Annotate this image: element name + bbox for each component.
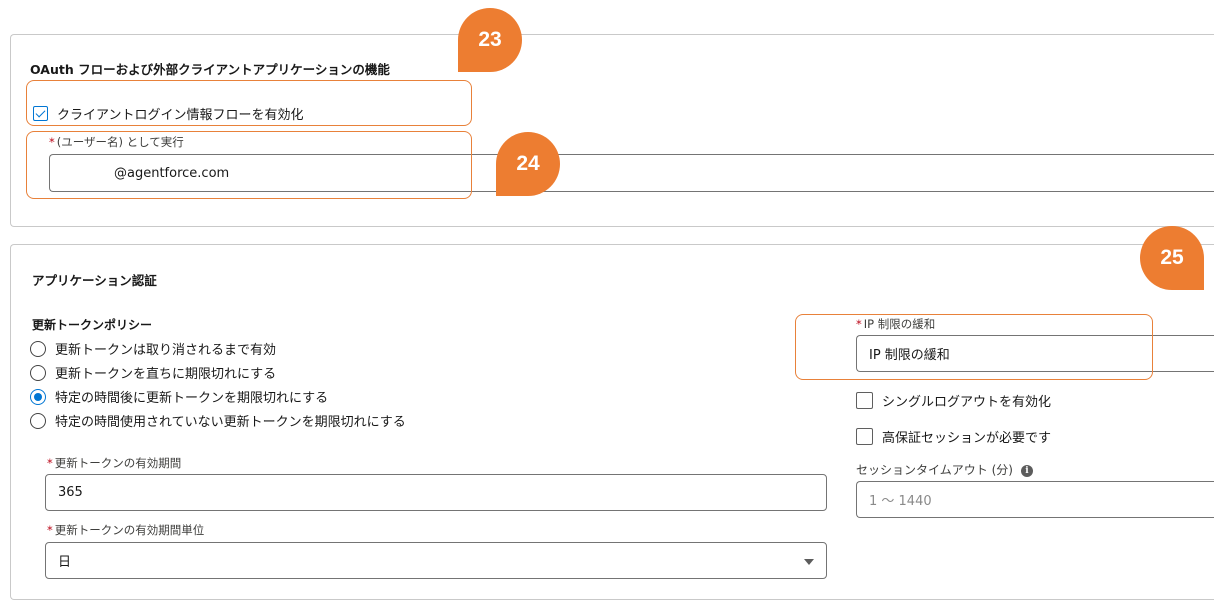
client-credentials-flow-checkbox-row[interactable]: クライアントログイン情報フローを有効化 [33,104,303,123]
validity-unit-select[interactable]: 日 [45,542,827,579]
radio-label: 更新トークンを直ちに期限切れにする [55,367,277,382]
refresh-policy-label: 更新トークンポリシー [32,318,153,332]
validity-unit-value: 日 [58,555,72,570]
session-timeout-label-text: セッションタイムアウト (分) [856,463,1013,477]
single-logout-checkbox-row[interactable]: シングルログアウトを有効化 [856,391,1051,410]
high-assurance-checkbox[interactable] [856,428,873,445]
ip-relaxation-label-text: IP 制限の緩和 [863,317,936,331]
ip-relaxation-value: IP 制限の緩和 [869,348,950,363]
refresh-policy-option[interactable]: 特定の時間後に更新トークンを期限切れにする [30,387,328,406]
client-credentials-flow-checkbox[interactable] [33,106,48,121]
ip-relaxation-select[interactable]: IP 制限の緩和 [856,335,1214,372]
validity-period-label: * 更新トークンの有効期間 [47,455,181,471]
session-timeout-input[interactable]: 1 ～ 1440 [856,481,1214,518]
required-mark: * [47,456,53,470]
radio-button[interactable] [30,412,46,429]
ip-relaxation-label: * IP 制限の緩和 [856,316,935,332]
validity-period-value: 365 [58,485,83,500]
radio-button[interactable] [30,364,46,381]
radio-label: 特定の時間後に更新トークンを期限切れにする [55,391,329,406]
info-icon[interactable]: i [1020,464,1033,477]
radio-label: 特定の時間使用されていない更新トークンを期限切れにする [55,415,406,430]
single-logout-label: シングルログアウトを有効化 [882,395,1052,410]
session-timeout-placeholder: 1 ～ 1440 [869,494,932,509]
refresh-policy-option[interactable]: 更新トークンを直ちに期限切れにする [30,363,276,382]
radio-button[interactable] [30,340,46,357]
session-timeout-label: セッションタイムアウト (分) i [856,461,1033,478]
validity-unit-label-text: 更新トークンの有効期間単位 [54,523,205,537]
single-logout-checkbox[interactable] [856,392,873,409]
validity-period-input[interactable]: 365 [45,474,827,511]
validity-unit-label: * 更新トークンの有効期間単位 [47,522,204,538]
high-assurance-checkbox-row[interactable]: 高保証セッションが必要です [856,427,1051,446]
run-as-label: * (ユーザー名) として実行 [49,134,184,150]
required-mark: * [49,135,55,149]
run-as-username-input[interactable]: @agentforce.com [49,154,1214,192]
oauth-section-title: OAuth フローおよび外部クライアントアプリケーションの機能 [30,62,390,77]
chevron-down-icon [804,559,814,565]
callout-badge-24: 24 [496,132,560,196]
callout-badge-25: 25 [1140,226,1204,290]
run-as-label-text: (ユーザー名) として実行 [56,135,184,149]
required-mark: * [856,317,862,331]
callout-badge-23: 23 [458,8,522,72]
radio-button-selected[interactable] [30,388,46,405]
required-mark: * [47,523,53,537]
run-as-username-value: @agentforce.com [114,165,230,181]
high-assurance-label: 高保証セッションが必要です [882,431,1052,446]
refresh-policy-option[interactable]: 更新トークンは取り消されるまで有効 [30,339,276,358]
validity-period-label-text: 更新トークンの有効期間 [54,456,182,470]
refresh-policy-option[interactable]: 特定の時間使用されていない更新トークンを期限切れにする [30,411,406,430]
app-auth-section-title: アプリケーション認証 [32,273,157,288]
radio-label: 更新トークンは取り消されるまで有効 [55,343,277,358]
client-credentials-flow-label: クライアントログイン情報フローを有効化 [57,108,304,123]
